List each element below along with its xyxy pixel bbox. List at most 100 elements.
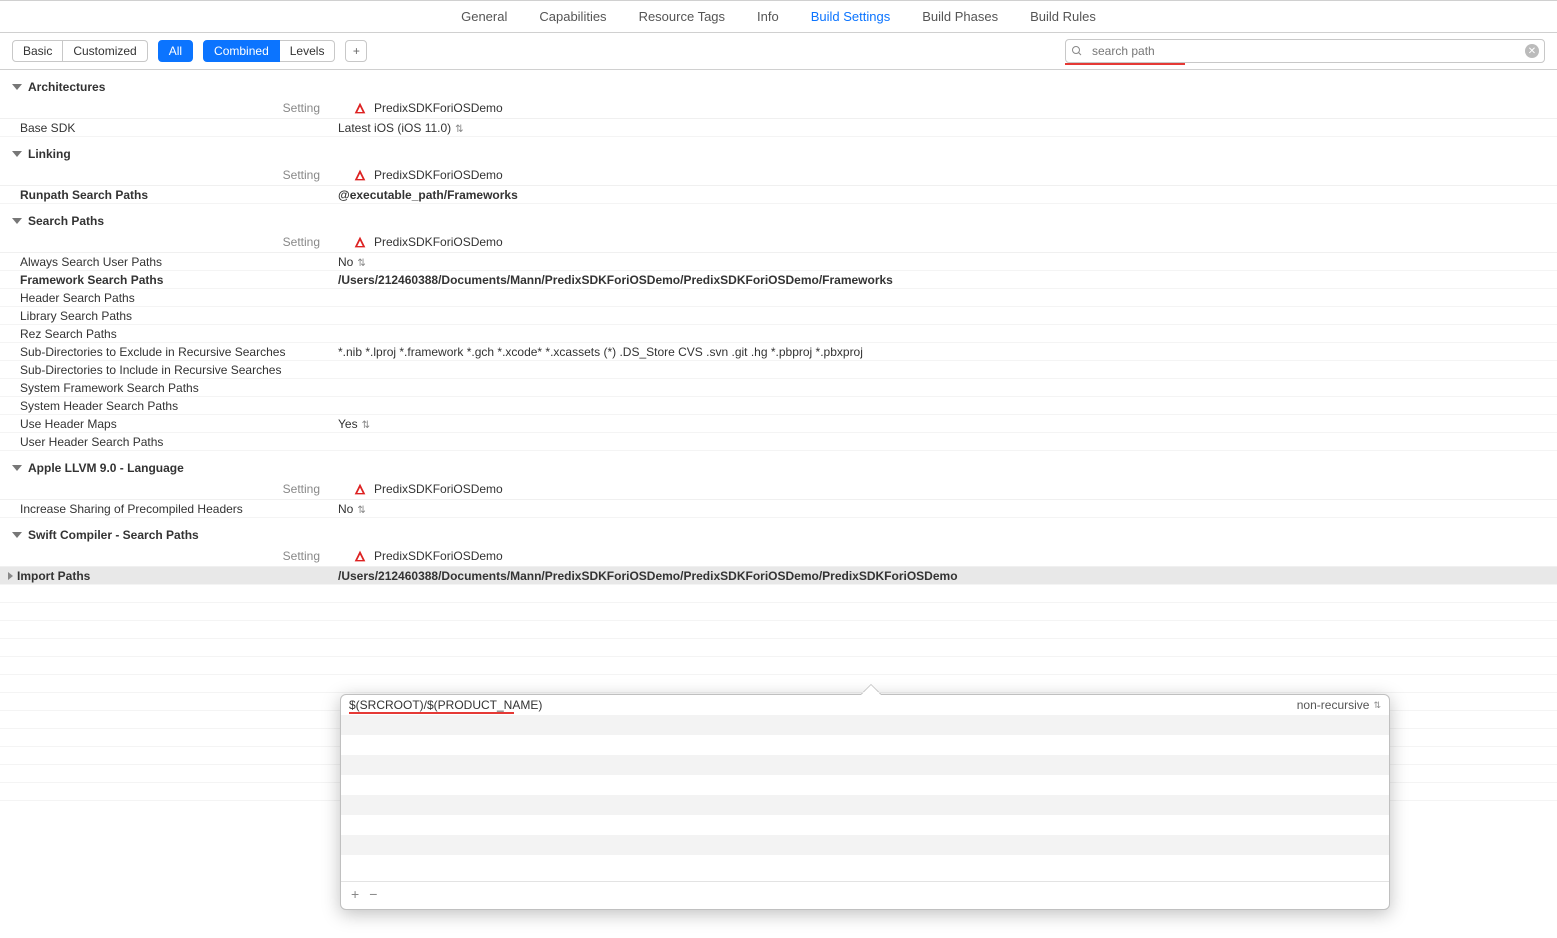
setting-name: Header Search Paths: [0, 290, 332, 306]
path-value[interactable]: $(SRCROOT)/$(PRODUCT_NAME): [349, 698, 1297, 712]
setting-system-framework-search-paths[interactable]: System Framework Search Paths: [0, 379, 1557, 397]
target-name: PredixSDKForiOSDemo: [374, 549, 503, 563]
setting-library-search-paths[interactable]: Library Search Paths: [0, 307, 1557, 325]
search-icon: [1071, 45, 1083, 57]
tab-build-rules[interactable]: Build Rules: [1030, 9, 1096, 24]
target-name: PredixSDKForiOSDemo: [374, 235, 503, 249]
view-mode-group: Combined Levels: [203, 40, 335, 62]
setting-name: Rez Search Paths: [0, 326, 332, 342]
target-name: PredixSDKForiOSDemo: [374, 168, 503, 182]
setting-value[interactable]: [332, 333, 1557, 335]
setting-always-search-user-paths[interactable]: Always Search User Paths No⇅: [0, 253, 1557, 271]
clear-search-icon[interactable]: ✕: [1525, 44, 1539, 58]
setting-name: System Framework Search Paths: [0, 380, 332, 396]
setting-name: Sub-Directories to Exclude in Recursive …: [0, 344, 332, 360]
setting-value[interactable]: @executable_path/Frameworks: [332, 187, 1557, 203]
popover-footer: + −: [341, 881, 1389, 906]
setting-value[interactable]: [332, 387, 1557, 389]
section-title: Apple LLVM 9.0 - Language: [28, 461, 184, 475]
column-header-setting: Setting: [0, 549, 332, 563]
filter-basic[interactable]: Basic: [12, 40, 63, 62]
setting-framework-search-paths[interactable]: Framework Search Paths /Users/212460388/…: [0, 271, 1557, 289]
popover-row[interactable]: $(SRCROOT)/$(PRODUCT_NAME) non-recursive…: [341, 695, 1389, 715]
dropdown-icon: ⇅: [357, 260, 365, 268]
setting-value[interactable]: [332, 441, 1557, 443]
setting-rez-search-paths[interactable]: Rez Search Paths: [0, 325, 1557, 343]
search-field-wrap: ✕: [1065, 39, 1545, 63]
app-target-icon: [352, 481, 368, 497]
section-title: Search Paths: [28, 214, 104, 228]
view-levels[interactable]: Levels: [280, 40, 336, 62]
path-list-popover: $(SRCROOT)/$(PRODUCT_NAME) non-recursive…: [340, 694, 1390, 910]
setting-value[interactable]: Latest iOS (iOS 11.0)⇅: [332, 120, 1557, 136]
tab-build-settings[interactable]: Build Settings: [811, 9, 891, 24]
tab-build-phases[interactable]: Build Phases: [922, 9, 998, 24]
filter-customized[interactable]: Customized: [63, 40, 147, 62]
setting-name: Base SDK: [0, 120, 332, 136]
setting-base-sdk[interactable]: Base SDK Latest iOS (iOS 11.0)⇅: [0, 119, 1557, 137]
section-search-paths[interactable]: Search Paths: [0, 204, 1557, 232]
setting-subdirs-exclude[interactable]: Sub-Directories to Exclude in Recursive …: [0, 343, 1557, 361]
setting-value[interactable]: No⇅: [332, 501, 1557, 517]
remove-path-button[interactable]: −: [369, 886, 377, 902]
add-path-button[interactable]: +: [351, 886, 359, 902]
tab-resource-tags[interactable]: Resource Tags: [639, 9, 725, 24]
setting-name: User Header Search Paths: [0, 434, 332, 450]
setting-value[interactable]: *.nib *.lproj *.framework *.gch *.xcode*…: [332, 344, 1557, 360]
setting-header-search-paths[interactable]: Header Search Paths: [0, 289, 1557, 307]
setting-value[interactable]: Yes⇅: [332, 416, 1557, 432]
view-combined[interactable]: Combined: [203, 40, 280, 62]
setting-name: Import Paths: [0, 568, 332, 584]
disclosure-icon: [12, 465, 22, 471]
section-llvm-language[interactable]: Apple LLVM 9.0 - Language: [0, 451, 1557, 479]
tab-capabilities[interactable]: Capabilities: [539, 9, 606, 24]
setting-import-paths[interactable]: Import Paths /Users/212460388/Documents/…: [0, 567, 1557, 585]
scope-filter-group: Basic Customized: [12, 40, 148, 62]
annotation-underline: [1065, 63, 1185, 65]
setting-system-header-search-paths[interactable]: System Header Search Paths: [0, 397, 1557, 415]
setting-value[interactable]: [332, 369, 1557, 371]
section-title: Linking: [28, 147, 71, 161]
setting-name: Library Search Paths: [0, 308, 332, 324]
chevron-right-icon[interactable]: [8, 572, 13, 580]
setting-name: Use Header Maps: [0, 416, 332, 432]
setting-name: Framework Search Paths: [0, 272, 332, 288]
settings-content: Architectures Setting PredixSDKForiOSDem…: [0, 70, 1557, 938]
setting-name: System Header Search Paths: [0, 398, 332, 414]
search-input[interactable]: [1065, 39, 1545, 63]
build-settings-toolbar: Basic Customized All Combined Levels + ✕: [0, 33, 1557, 70]
filter-all[interactable]: All: [158, 40, 193, 62]
setting-value[interactable]: No⇅: [332, 254, 1557, 270]
tab-info[interactable]: Info: [757, 9, 779, 24]
setting-value[interactable]: /Users/212460388/Documents/Mann/PredixSD…: [332, 272, 1557, 288]
dropdown-icon: ⇅: [1373, 700, 1381, 711]
setting-value[interactable]: [332, 405, 1557, 407]
setting-name: Runpath Search Paths: [0, 187, 332, 203]
column-header-setting: Setting: [0, 101, 332, 115]
editor-tabs: General Capabilities Resource Tags Info …: [0, 0, 1557, 33]
setting-value[interactable]: [332, 315, 1557, 317]
setting-name: Always Search User Paths: [0, 254, 332, 270]
recursive-selector[interactable]: non-recursive⇅: [1297, 698, 1381, 712]
popover-table[interactable]: $(SRCROOT)/$(PRODUCT_NAME) non-recursive…: [341, 695, 1389, 881]
section-architectures[interactable]: Architectures: [0, 70, 1557, 98]
column-header-setting: Setting: [0, 168, 332, 182]
setting-subdirs-include[interactable]: Sub-Directories to Include in Recursive …: [0, 361, 1557, 379]
setting-value[interactable]: [332, 297, 1557, 299]
setting-runpath-search-paths[interactable]: Runpath Search Paths @executable_path/Fr…: [0, 186, 1557, 204]
column-header-row: Setting PredixSDKForiOSDemo: [0, 165, 1557, 186]
column-header-row: Setting PredixSDKForiOSDemo: [0, 479, 1557, 500]
setting-use-header-maps[interactable]: Use Header Maps Yes⇅: [0, 415, 1557, 433]
setting-increase-sharing-pch[interactable]: Increase Sharing of Precompiled Headers …: [0, 500, 1557, 518]
section-linking[interactable]: Linking: [0, 137, 1557, 165]
section-swift-search-paths[interactable]: Swift Compiler - Search Paths: [0, 518, 1557, 546]
target-name: PredixSDKForiOSDemo: [374, 482, 503, 496]
add-setting-button[interactable]: +: [345, 40, 367, 62]
tab-general[interactable]: General: [461, 9, 507, 24]
setting-value[interactable]: /Users/212460388/Documents/Mann/PredixSD…: [332, 568, 1557, 584]
dropdown-icon: ⇅: [357, 507, 365, 515]
setting-user-header-search-paths[interactable]: User Header Search Paths: [0, 433, 1557, 451]
section-title: Swift Compiler - Search Paths: [28, 528, 199, 542]
column-header-row: Setting PredixSDKForiOSDemo: [0, 98, 1557, 119]
disclosure-icon: [12, 84, 22, 90]
